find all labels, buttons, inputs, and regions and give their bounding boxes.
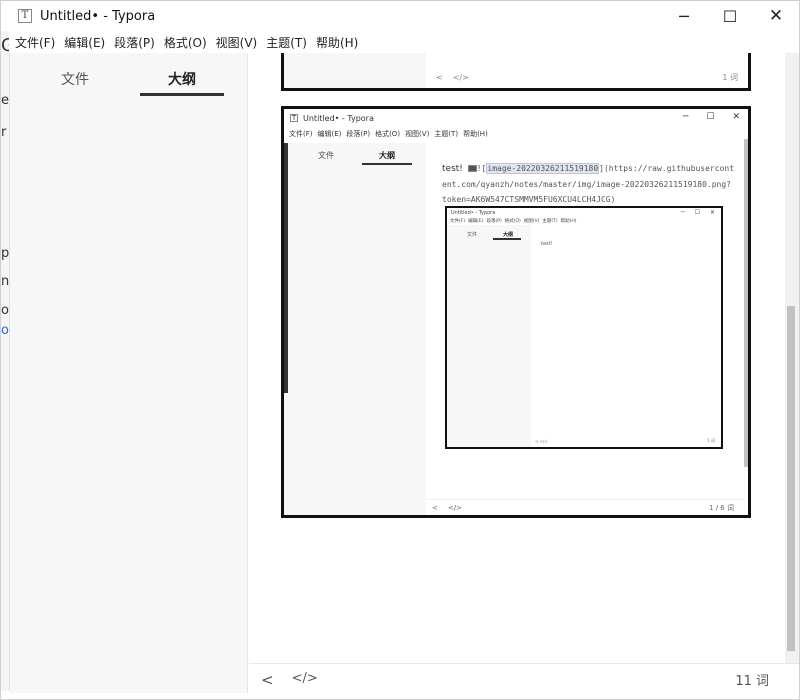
close-icon: ✕ — [709, 209, 715, 216]
embedded-menu-item: 文件(F) — [289, 130, 313, 138]
embedded-menu-bar: 文件(F) 编辑(E) 段落(P) 格式(O) 视图(V) 主题(T) 帮助(H… — [289, 129, 488, 141]
maximize-icon: ☐ — [694, 209, 700, 216]
nested-window-controls: ─ ☐ ✕ — [681, 209, 715, 216]
embedded-bg-edge — [284, 143, 288, 393]
background-window-edge: G e r p n o o — [1, 31, 10, 691]
embedded-scrollbar — [744, 139, 748, 467]
embedded-sidebar — [284, 53, 426, 88]
word-count[interactable]: 11 词 — [735, 670, 769, 689]
embedded-menu-item: 帮助(H) — [463, 130, 488, 138]
maximize-button[interactable]: ☐ — [707, 1, 753, 31]
nested-tab-indicator — [493, 238, 521, 240]
embedded-screenshot: T Untitled• - Typora ─ ☐ ✕ 文件(F) 编辑(E) 段… — [281, 106, 751, 518]
tab-outline[interactable]: 大纲 — [168, 69, 196, 89]
window-title: Untitled• - Typora — [40, 8, 156, 24]
nested-menu-item: 段落(P) — [486, 219, 502, 224]
md-image-prefix: ![ — [476, 164, 487, 173]
close-icon: ✕ — [732, 112, 740, 122]
minimize-icon: ─ — [680, 209, 685, 216]
nested-window-title: Untitled• - Typora — [451, 210, 496, 216]
close-button[interactable]: ✕ — [753, 1, 799, 31]
embedded-word-count: 1 词 — [722, 72, 738, 82]
bg-glyph: o — [1, 303, 9, 318]
minimize-button[interactable]: ─ — [661, 1, 707, 31]
bg-glyph: o — [1, 323, 9, 338]
bg-glyph: e — [1, 93, 9, 108]
image-icon — [467, 165, 477, 172]
nested-menu-item: 视图(V) — [523, 219, 540, 224]
nested-tab-files: 文件 — [467, 232, 478, 238]
typora-app-icon: T — [18, 9, 32, 23]
menu-bar: 文件(F) 编辑(E) 段落(P) 格式(O) 视图(V) 主题(T) 帮助(H… — [9, 31, 799, 53]
scrollbar-thumb[interactable] — [787, 306, 795, 651]
nested-tab-outline: 大纲 — [503, 232, 514, 238]
menu-file[interactable]: 文件(F) — [15, 34, 55, 51]
menu-format[interactable]: 格式(O) — [164, 34, 207, 51]
chevron-left-icon: < — [432, 503, 438, 512]
nested-menu-item: 编辑(E) — [468, 219, 484, 224]
menu-edit[interactable]: 编辑(E) — [64, 34, 105, 51]
sidebar: 文件 大纲 — [10, 53, 248, 693]
embedded-window-title: Untitled• - Typora — [303, 113, 374, 123]
code-icon: </> — [447, 503, 462, 512]
code-icon: </> — [452, 72, 469, 82]
sidebar-tabs: 文件 大纲 — [10, 53, 247, 103]
typora-window: G e r p n o o T Untitled• - Typora ─ ☐ ✕… — [0, 0, 800, 700]
nested-menu-item: 主题(T) — [542, 219, 558, 224]
nested-menu-bar: 文件(F) 编辑(E) 段落(P) 格式(O) 视图(V) 主题(T) 帮助(H… — [450, 218, 577, 224]
embedded-menu-item: 主题(T) — [434, 130, 459, 138]
bg-glyph: r — [1, 125, 7, 140]
embedded-markdown-text: test! ![image-20220326211519180](https:/… — [442, 161, 734, 207]
window-controls: ─ ☐ ✕ — [661, 1, 799, 31]
nested-test-text: test! — [541, 241, 553, 247]
nested-screenshot: Untitled• - Typora ─ ☐ ✕ 文件(F) 编辑(E) 段落(… — [445, 206, 723, 449]
embedded-menu-item: 段落(P) — [346, 130, 371, 138]
nested-menu-item: 帮助(H) — [560, 219, 577, 224]
embedded-window-controls: ─ ☐ ✕ — [683, 112, 740, 122]
bg-glyph: n — [1, 274, 10, 289]
embedded-menu-item: 视图(V) — [405, 130, 430, 138]
menu-theme[interactable]: 主题(T) — [266, 34, 307, 51]
nested-statusbar: < </> 1 词 — [531, 436, 721, 446]
minimize-icon: ─ — [682, 112, 689, 122]
embedded-tab-indicator — [362, 163, 412, 165]
embedded-sidebar: 文件 大纲 — [284, 143, 426, 515]
typora-app-icon: T — [290, 114, 298, 122]
nested-status-left: < </> — [535, 438, 548, 444]
embedded-statusbar: < </> 1 词 — [432, 70, 748, 84]
embedded-menu-item: 编辑(E) — [317, 130, 342, 138]
maximize-icon: ☐ — [706, 112, 715, 122]
embedded-menu-item: 格式(O) — [375, 130, 401, 138]
chevron-left-icon[interactable]: < — [261, 671, 274, 689]
embedded-statusbar: < </> 1 / 6 词 — [426, 499, 744, 515]
nested-word-count: 1 词 — [707, 438, 715, 443]
embedded-word-count: 1 / 6 词 — [709, 503, 734, 512]
embedded-screenshot-top: < </> 1 词 — [281, 53, 751, 91]
menu-paragraph[interactable]: 段落(P) — [114, 34, 155, 51]
embedded-tab-outline: 大纲 — [379, 151, 395, 160]
bg-glyph: p — [1, 246, 10, 261]
status-bar: < </> 11 词 — [249, 663, 799, 695]
active-tab-indicator — [140, 93, 224, 96]
nested-sidebar: 文件 大纲 — [447, 225, 531, 447]
editor-area[interactable]: < </> 1 词 T Untitled• - Typora ─ ☐ ✕ 文件(… — [249, 53, 785, 663]
tab-files[interactable]: 文件 — [61, 69, 89, 89]
embedded-test-text: test! — [442, 164, 463, 174]
nested-menu-item: 文件(F) — [450, 219, 466, 224]
embedded-tab-files: 文件 — [318, 151, 334, 160]
md-image-alt: image-20220326211519180 — [486, 163, 600, 174]
embedded-title-bar: T Untitled• - Typora — [284, 109, 748, 127]
nested-menu-item: 格式(O) — [504, 219, 521, 224]
chevron-left-icon: < — [436, 72, 443, 82]
menu-help[interactable]: 帮助(H) — [316, 34, 358, 51]
menu-view[interactable]: 视图(V) — [216, 34, 258, 51]
source-code-toggle-icon[interactable]: </> — [292, 671, 318, 689]
